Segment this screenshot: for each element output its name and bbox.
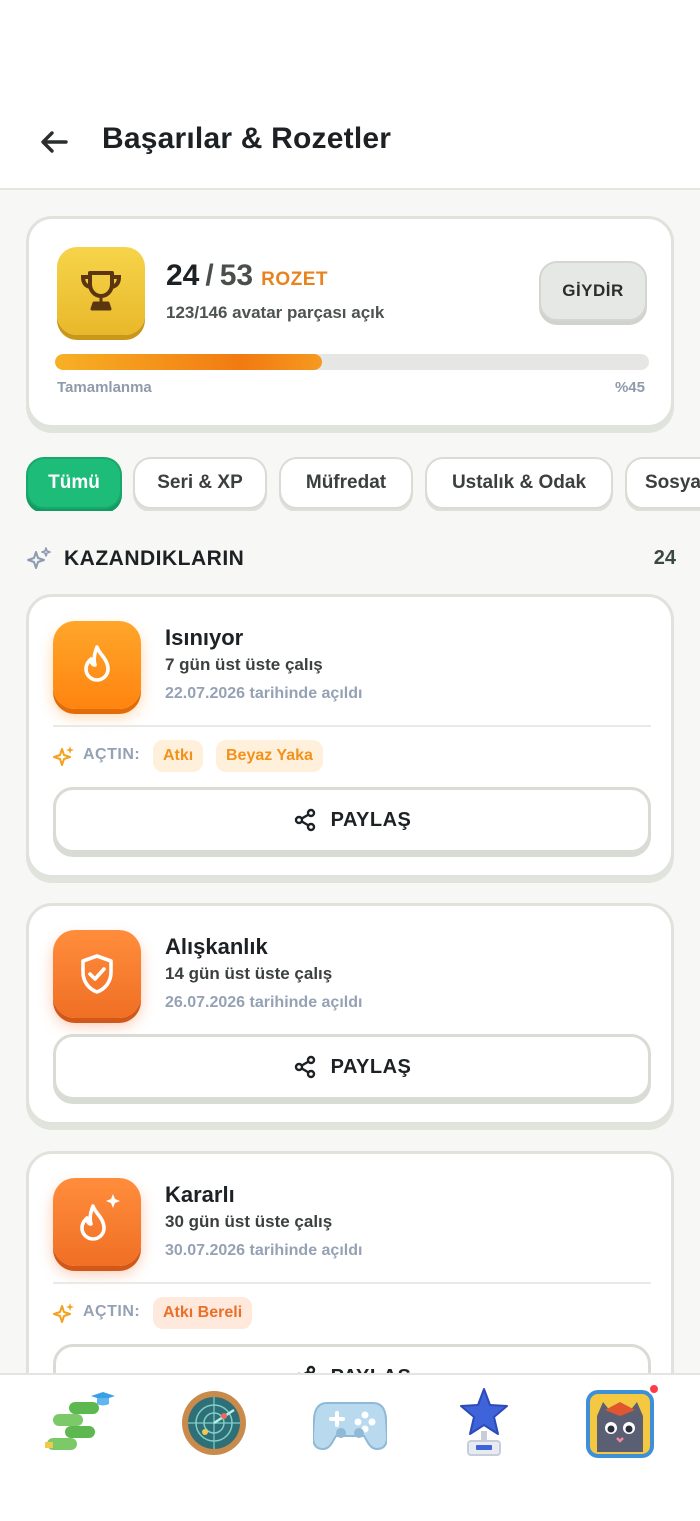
badge-summary-card: 24/53 ROZET 123/146 avatar parçası açık G… [26,216,674,428]
unlocked-items-row: AÇTIN: Atkı Bereli [53,1297,651,1329]
filter-chip-row: Tümü Seri & XP Müfredat Ustalık & Odak S… [26,457,700,511]
filter-chip-streak-xp[interactable]: Seri & XP [133,457,267,509]
gamepad-icon [313,1402,387,1451]
section-title: KAZANDIKLARIN [64,547,245,570]
avatar-parts-text: 123/146 avatar parçası açık [166,303,385,322]
unlocked-items-row: AÇTIN: Atkı Beyaz Yaka [53,740,651,772]
unlock-label: AÇTIN: [83,746,141,763]
badge-unlock-date: 26.07.2026 tarihinde açıldı [165,994,363,1011]
nav-achievements[interactable] [444,1383,524,1463]
total-count: 53 [219,259,254,292]
learning-path-icon [45,1392,115,1450]
top-app-bar: Başarılar & Rozetler [0,0,700,190]
unlocked-item-tag: Atkı Bereli [153,1297,253,1329]
trophy-tile [57,247,145,335]
filter-chip-mastery-focus[interactable]: Ustalık & Odak [425,457,613,509]
nav-profile[interactable] [580,1383,660,1463]
badge-name: Alışkanlık [165,934,268,959]
notification-dot [648,1383,660,1395]
page-title: Başarılar & Rozetler [102,122,392,155]
arrow-left-icon [41,131,68,153]
badge-description: 7 gün üst üste çalış [165,655,323,674]
cat-avatar-icon [586,1390,654,1458]
badge-icon-tile [53,621,141,709]
progress-percent: %45 [614,379,645,396]
trophy-icon [80,271,122,311]
badge-unlock-date: 22.07.2026 tarihinde açıldı [165,685,363,702]
divider [53,1282,651,1284]
nav-learning-path[interactable] [39,1383,119,1463]
badge-description: 30 gün üst üste çalış [165,1212,333,1231]
share-button[interactable]: PAYLAŞ [53,787,651,853]
badge-name: Isınıyor [165,625,244,650]
shield-check-icon [81,954,113,994]
sparkle-icon [53,746,74,766]
filter-chip-social[interactable]: Sosyal [625,457,700,509]
earned-count: 24 [166,259,200,292]
unlock-label: AÇTIN: [83,1303,141,1320]
share-button[interactable]: PAYLAŞ [53,1034,651,1100]
share-icon [294,808,315,832]
share-label: PAYLAŞ [330,808,412,831]
badge-description: 14 gün üst üste çalış [165,964,333,983]
badge-unlock-date: 30.07.2026 tarihinde açıldı [165,1242,363,1259]
badge-card: Alışkanlık 14 gün üst üste çalış 26.07.2… [26,903,674,1125]
progress-label: Tamamlanma [57,379,152,396]
badge-card: Isınıyor 7 gün üst üste çalış 22.07.2026… [26,594,674,878]
unlocked-item-tag: Atkı [153,740,204,772]
divider [53,725,651,727]
earned-section-header: KAZANDIKLARIN 24 [26,544,676,574]
badge-name: Kararlı [165,1182,235,1207]
flame-icon [84,645,110,682]
badge-icon-tile [53,930,141,1018]
wear-button[interactable]: GİYDİR [539,261,647,321]
count-unit: ROZET [261,269,328,290]
badge-icon-tile [53,1178,141,1266]
progress-fill [55,354,323,370]
sparkles-icon [27,547,51,569]
bottom-navigation [0,1373,700,1521]
share-label: PAYLAŞ [330,1055,412,1078]
filter-chip-curriculum[interactable]: Müfredat [279,457,413,509]
nav-radar[interactable] [174,1383,254,1463]
flame-sparkle-icon [80,1194,120,1241]
completion-progress-bar [55,354,649,370]
badge-count: 24/53 ROZET [166,259,328,293]
sparkle-icon [53,1303,74,1323]
star-trophy-icon [460,1388,508,1456]
nav-games[interactable] [310,1383,390,1463]
filter-chip-all[interactable]: Tümü [26,457,122,509]
share-icon [294,1055,315,1079]
section-count: 24 [653,547,676,569]
count-separator: / [205,259,214,292]
back-button[interactable] [36,124,72,160]
unlocked-item-tag: Beyaz Yaka [216,740,323,772]
radar-globe-icon [182,1391,246,1455]
